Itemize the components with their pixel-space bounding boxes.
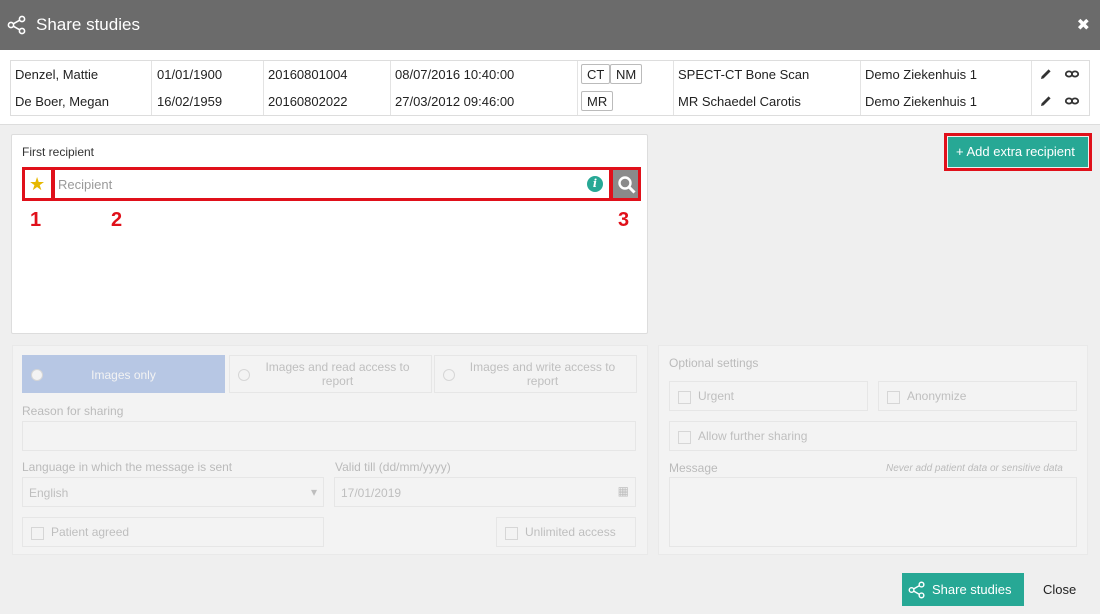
annotation-number: 3: [618, 209, 630, 231]
message-hint: Never add patient data or sensitive data: [886, 463, 1063, 474]
hospital-name: Demo Ziekenhuis 1: [865, 94, 977, 109]
table-row[interactable]: De Boer, Megan 16/02/1959 20160802022 27…: [11, 88, 1089, 115]
hospital-name: Demo Ziekenhuis 1: [865, 67, 977, 82]
chevron-down-icon: ▾: [310, 485, 317, 499]
studies-table: Denzel, Mattie 01/01/1900 20160801004 08…: [10, 60, 1090, 116]
add-extra-recipient-button[interactable]: + Add extra recipient: [948, 137, 1088, 167]
table-row[interactable]: Denzel, Mattie 01/01/1900 20160801004 08…: [11, 61, 1089, 88]
valid-till-label: Valid till (dd/mm/yyyy): [335, 460, 451, 474]
pencil-icon[interactable]: [1038, 93, 1054, 109]
first-recipient-label: First recipient: [22, 145, 95, 159]
close-icon[interactable]: ✖: [1077, 15, 1090, 35]
urgent-checkbox[interactable]: Urgent: [669, 381, 868, 411]
share-icon: [908, 581, 925, 599]
modality-badge: NM: [610, 64, 643, 84]
add-recipient-highlight: + Add extra recipient: [944, 133, 1092, 171]
study-description: MR Schaedel Carotis: [678, 94, 801, 109]
pencil-icon[interactable]: [1038, 66, 1054, 82]
study-id: 20160802022: [268, 94, 348, 109]
modality-badge: CT: [581, 64, 611, 84]
dialog-titlebar: Share studies ✖: [0, 0, 1100, 50]
radio-icon: [443, 369, 455, 381]
access-option-read[interactable]: Images and read access to report: [229, 355, 432, 393]
further-sharing-checkbox[interactable]: Allow further sharing: [669, 421, 1077, 451]
radio-icon: [31, 369, 43, 381]
annotation-number: 2: [111, 209, 123, 231]
study-date: 27/03/2012 09:46:00: [395, 94, 515, 109]
patient-dob: 01/01/1900: [157, 67, 223, 82]
language-label: Language in which the message is sent: [22, 460, 233, 474]
study-date: 08/07/2016 10:40:00: [395, 67, 515, 82]
favorite-star-button[interactable]: ★: [22, 167, 54, 201]
share-studies-label: Share studies: [932, 582, 1012, 597]
recipient-input[interactable]: [58, 174, 578, 194]
anonymize-checkbox[interactable]: Anonymize: [878, 381, 1077, 411]
reason-label: Reason for sharing: [22, 404, 124, 418]
share-icon: [7, 15, 26, 35]
recipient-field[interactable]: i: [52, 167, 612, 201]
search-button[interactable]: [610, 167, 641, 201]
study-id: 20160801004: [268, 67, 348, 82]
language-select[interactable]: English ▾: [22, 477, 324, 507]
calendar-icon[interactable]: ▦: [618, 484, 629, 498]
star-icon: ★: [29, 174, 46, 194]
radio-icon: [238, 369, 250, 381]
optional-settings-title: Optional settings: [669, 356, 759, 370]
valid-till-input[interactable]: 17/01/2019 ▦: [334, 477, 636, 507]
patient-name: De Boer, Megan: [15, 94, 109, 109]
patient-dob: 16/02/1959: [157, 94, 223, 109]
close-button[interactable]: Close: [1043, 582, 1076, 597]
annotation-number: 1: [30, 209, 42, 231]
link-icon[interactable]: [1064, 66, 1080, 82]
unlimited-access-checkbox[interactable]: Unlimited access: [496, 517, 636, 547]
modality-badge: MR: [581, 91, 614, 111]
reason-input[interactable]: [22, 421, 636, 451]
access-option-write[interactable]: Images and write access to report: [434, 355, 637, 393]
info-icon[interactable]: i: [587, 176, 603, 192]
share-studies-button[interactable]: Share studies: [902, 573, 1024, 606]
message-textarea[interactable]: [669, 477, 1077, 547]
search-icon: [618, 176, 636, 194]
access-option-images-only[interactable]: Images only: [22, 355, 225, 393]
recipient-card: First recipient ★ i 1 2 3: [11, 134, 648, 334]
dialog-title: Share studies: [36, 15, 140, 34]
patient-agreed-checkbox[interactable]: Patient agreed: [22, 517, 324, 547]
link-icon[interactable]: [1064, 93, 1080, 109]
study-description: SPECT-CT Bone Scan: [678, 67, 810, 82]
patient-name: Denzel, Mattie: [15, 67, 99, 82]
message-label: Message: [669, 461, 718, 475]
